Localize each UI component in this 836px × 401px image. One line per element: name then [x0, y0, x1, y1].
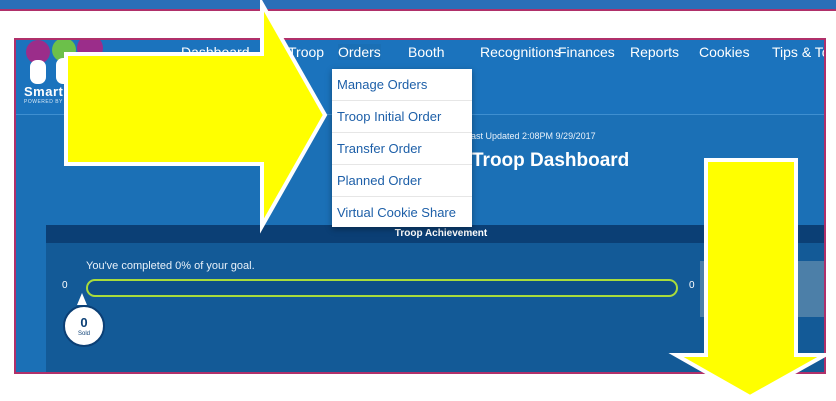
previous-screenshot-strip	[0, 0, 836, 11]
nav-troop[interactable]: Troop	[288, 44, 324, 60]
menu-item-manage-orders[interactable]: Manage Orders	[332, 69, 472, 101]
goal-progress-bar	[86, 279, 678, 297]
nav-recognitions[interactable]: Recognitions	[480, 44, 561, 60]
sold-count: 0	[80, 315, 88, 330]
page-title: Troop Dashboard	[472, 150, 630, 171]
nav-reports[interactable]: Reports	[630, 44, 679, 60]
sold-label: Sold	[77, 331, 90, 337]
logo-text: Smart	[24, 84, 64, 99]
goal-progress-text: You've completed 0% of your goal.	[86, 260, 255, 272]
achievement-side-panel	[700, 261, 824, 317]
orders-dropdown-menu: Manage Orders Troop Initial Order Transf…	[332, 69, 472, 227]
sold-pointer	[77, 293, 87, 305]
nav-orders[interactable]: Orders	[338, 44, 381, 60]
progress-min-label: 0	[62, 280, 68, 291]
menu-item-transfer-order[interactable]: Transfer Order	[332, 133, 472, 165]
app-screenshot: Smart POWERED BY Dashboard Troop Orders …	[14, 38, 826, 374]
nav-finances[interactable]: Finances	[558, 44, 615, 60]
mascot-icon	[26, 40, 103, 84]
progress-max-label: 0	[689, 280, 695, 291]
nav-cookies[interactable]: Cookies	[699, 44, 750, 60]
smart-cookies-logo[interactable]: Smart POWERED BY	[20, 40, 130, 114]
nav-booth[interactable]: Booth	[408, 44, 445, 60]
nav-tips[interactable]: Tips & To	[772, 44, 824, 60]
menu-item-planned-order[interactable]: Planned Order	[332, 165, 472, 197]
logo-subtext: POWERED BY	[24, 99, 63, 105]
achievement-body: You've completed 0% of your goal. 0 0 0 …	[46, 243, 824, 372]
nav-dashboard[interactable]: Dashboard	[181, 44, 250, 60]
sold-count-bubble: 0 Sold	[63, 305, 105, 347]
menu-item-troop-initial-order[interactable]: Troop Initial Order	[332, 101, 472, 133]
troop-achievement-panel: Troop Achievement You've completed 0% of…	[46, 225, 824, 372]
last-updated-text: Last Updated 2:08PM 9/29/2017	[466, 131, 596, 141]
menu-item-virtual-cookie-share[interactable]: Virtual Cookie Share	[332, 197, 472, 228]
